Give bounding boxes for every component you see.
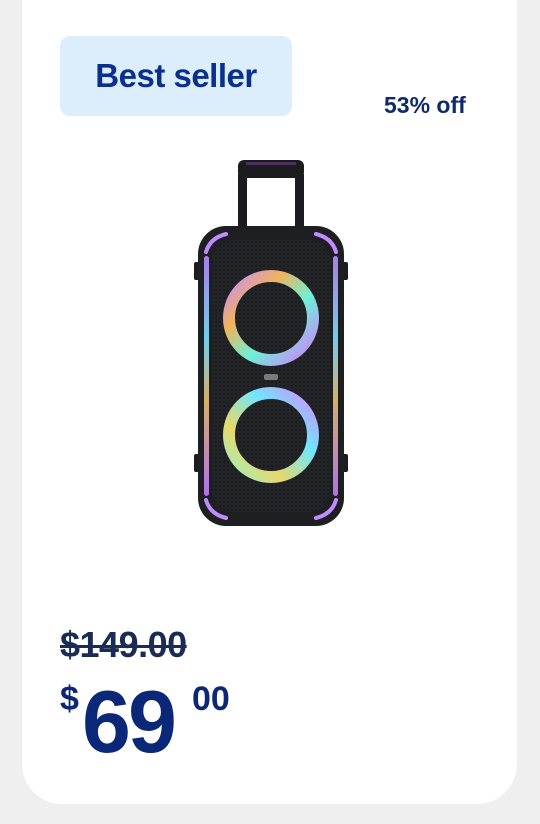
price-cents: 00 (192, 680, 230, 718)
discount-label: 53% off (384, 92, 466, 118)
best-seller-badge: Best seller (60, 36, 292, 116)
party-speaker-icon (194, 160, 348, 526)
original-price: $149.00 (60, 624, 187, 665)
product-image[interactable] (186, 156, 356, 534)
badge-label: Best seller (95, 57, 257, 94)
price-dollars: 69 (82, 672, 177, 771)
price-currency: $ (60, 680, 79, 718)
